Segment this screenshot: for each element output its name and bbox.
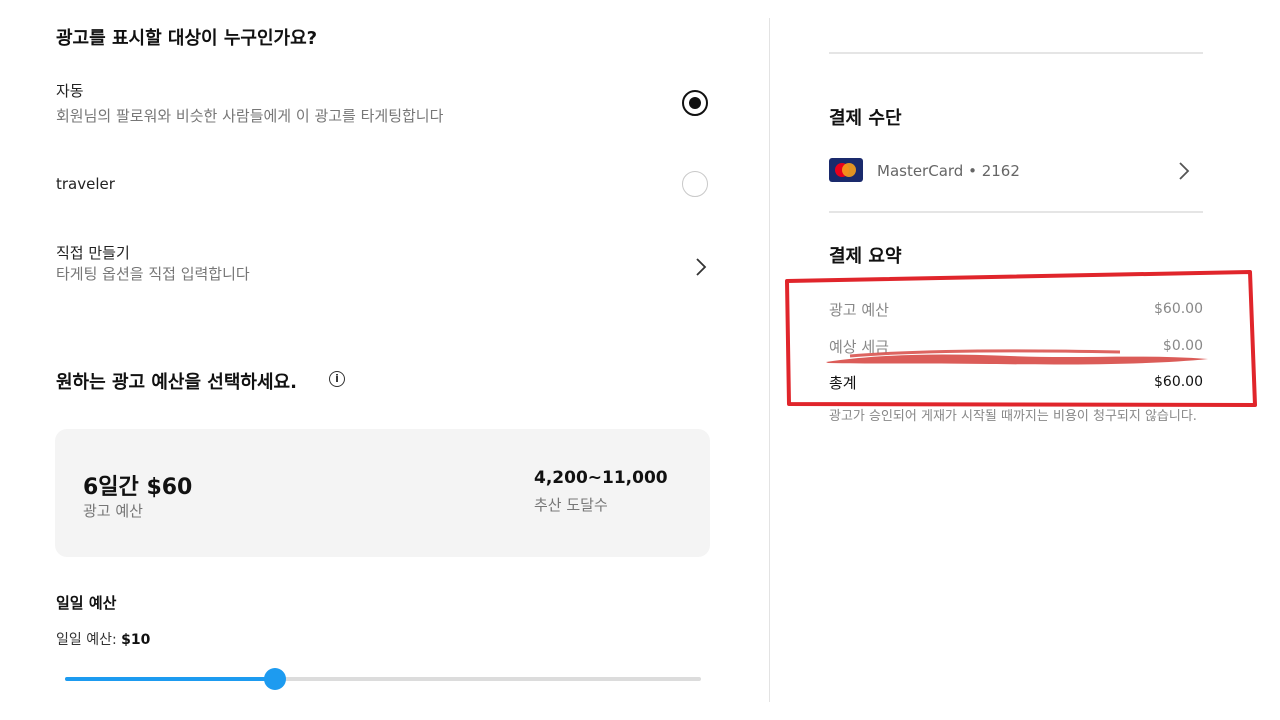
billing-note: 광고가 승인되어 게재가 시작될 때까지는 비용이 청구되지 않습니다. xyxy=(829,409,1197,424)
section-divider xyxy=(829,52,1203,54)
column-divider xyxy=(769,18,770,702)
mastercard-icon xyxy=(829,158,863,182)
card-text: MasterCard • 2162 xyxy=(877,162,1020,180)
option-label: 직접 만들기 xyxy=(56,244,130,262)
option-label: traveler xyxy=(56,175,115,193)
summary-title: 결제 요약 xyxy=(829,246,902,267)
daily-budget-value: $10 xyxy=(121,632,151,648)
slider-thumb[interactable] xyxy=(264,668,286,690)
reach-value: 4,200~11,000 xyxy=(534,468,668,488)
section-divider xyxy=(829,211,1203,213)
daily-budget-slider[interactable] xyxy=(65,668,701,690)
option-description: 회원님의 팔로워와 비슷한 사람들에게 이 광고를 타게팅합니다 xyxy=(56,107,444,125)
slider-fill xyxy=(65,677,275,681)
budget-title: 원하는 광고 예산을 선택하세요. xyxy=(56,372,297,393)
budget-card: 6일간 $60 광고 예산 4,200~11,000 추산 도달수 xyxy=(55,429,710,557)
reach-caption: 추산 도달수 xyxy=(534,496,608,514)
option-label: 자동 xyxy=(56,82,84,100)
payment-method-row[interactable]: MasterCard • 2162 xyxy=(829,157,1203,185)
annotation-box xyxy=(785,270,1257,407)
budget-heading: 원하는 광고 예산을 선택하세요. i xyxy=(56,368,345,393)
targeting-title: 광고를 표시할 대상이 누구인가요? xyxy=(56,28,318,49)
info-icon[interactable]: i xyxy=(329,371,345,387)
daily-budget-title: 일일 예산 xyxy=(56,594,117,612)
option-description: 타게팅 옵션을 직접 입력합니다 xyxy=(56,265,250,283)
budget-amount-caption: 광고 예산 xyxy=(83,502,143,520)
targeting-option-custom[interactable]: 직접 만들기 타게팅 옵션을 직접 입력합니다 xyxy=(56,242,716,292)
radio-selected[interactable] xyxy=(682,90,708,116)
targeting-option-traveler[interactable]: traveler xyxy=(56,170,716,202)
payment-title: 결제 수단 xyxy=(829,108,902,129)
chevron-right-icon xyxy=(696,258,707,276)
budget-amount: 6일간 $60 xyxy=(83,475,193,500)
daily-budget-line: 일일 예산: $10 xyxy=(56,629,150,649)
chevron-right-icon xyxy=(1179,162,1190,180)
radio-unselected[interactable] xyxy=(682,171,708,197)
daily-budget-label: 일일 예산: xyxy=(56,632,122,648)
targeting-option-auto[interactable]: 자동 회원님의 팔로워와 비슷한 사람들에게 이 광고를 타게팅합니다 xyxy=(56,80,716,134)
